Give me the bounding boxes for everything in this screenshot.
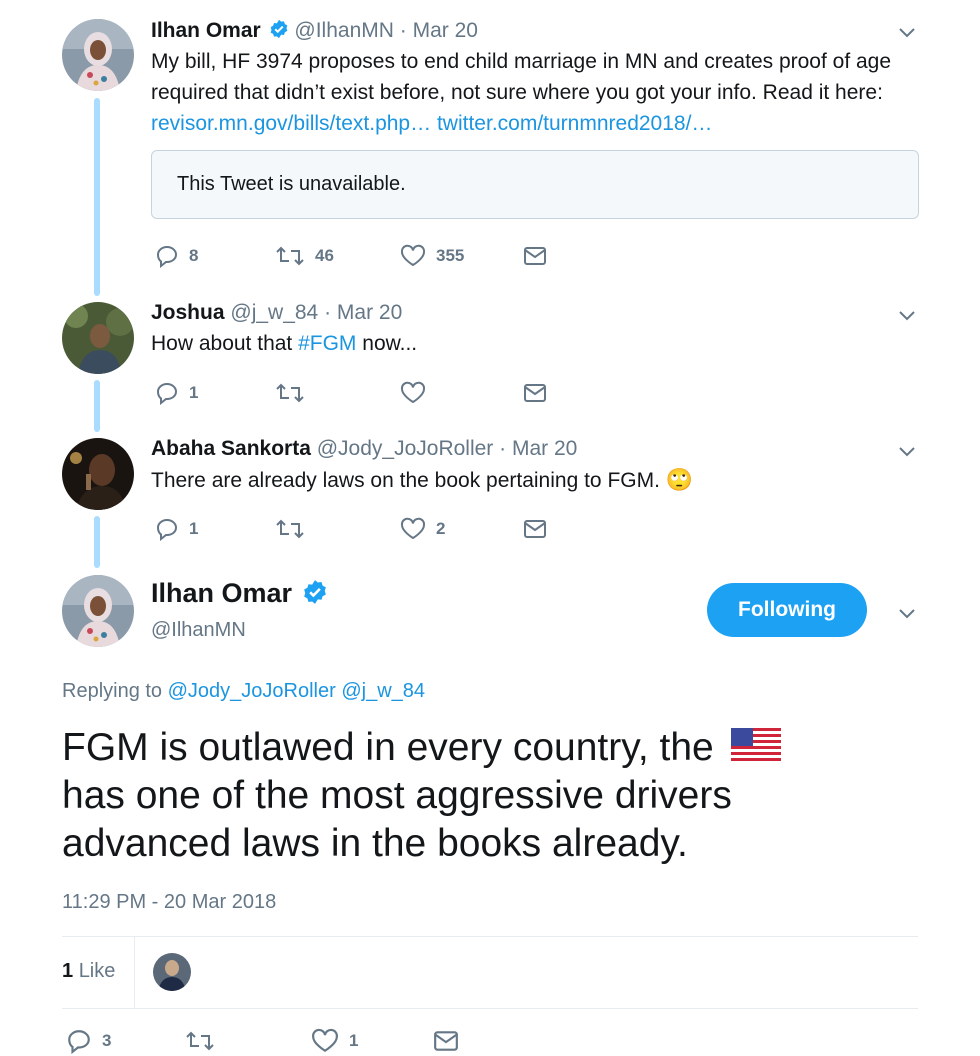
mention-jody[interactable]: @Jody_JoJoRoller bbox=[168, 680, 336, 702]
reply-count: 1 bbox=[189, 383, 199, 402]
tweet-date[interactable]: · Mar 20 bbox=[499, 437, 577, 460]
retweet-button[interactable]: 46 bbox=[275, 241, 334, 271]
tweet-text: FGM is outlawed in every country, the bbox=[62, 726, 714, 769]
retweet-button[interactable] bbox=[185, 1026, 215, 1056]
verified-badge-icon bbox=[270, 20, 287, 39]
tweet-text: There are already laws on the book perta… bbox=[151, 469, 660, 492]
like-button[interactable]: 2 bbox=[400, 514, 445, 544]
tweet-text-line: required that didn’t exist before, not s… bbox=[151, 81, 883, 104]
author-handle[interactable]: @j_w_84 bbox=[230, 301, 318, 324]
author-handle[interactable]: @Jody_JoJoRoller bbox=[317, 437, 494, 460]
tweet-text: How about that bbox=[151, 332, 299, 355]
reply-icon bbox=[68, 1030, 90, 1054]
like-icon bbox=[312, 1028, 338, 1052]
like-count: 355 bbox=[436, 246, 465, 265]
vertical-divider bbox=[134, 937, 135, 1009]
like-button[interactable] bbox=[400, 378, 426, 408]
tweet-timestamp[interactable]: 11:29 PM - 20 Mar 2018 bbox=[62, 888, 276, 916]
reply-count: 3 bbox=[102, 1031, 112, 1050]
message-icon bbox=[524, 520, 546, 538]
quoted-tweet-unavailable: This Tweet is unavailable. bbox=[151, 150, 919, 219]
tweet-date[interactable]: · Mar 20 bbox=[324, 301, 402, 324]
reply-icon bbox=[156, 518, 178, 541]
message-icon bbox=[434, 1031, 458, 1051]
author-name[interactable]: Ilhan Omar bbox=[151, 19, 261, 42]
retweet-button[interactable] bbox=[275, 378, 305, 408]
main-tweet-text-line1: FGM is outlawed in every country, the bbox=[62, 724, 781, 772]
reply-count: 8 bbox=[189, 246, 199, 265]
thread-connector bbox=[94, 380, 100, 432]
direct-message-button[interactable] bbox=[433, 1026, 459, 1056]
link-revisor[interactable]: revisor.mn.gov/bills/text.php… bbox=[151, 112, 431, 135]
retweet-icon bbox=[276, 246, 304, 266]
likes-summary[interactable]: 1 Like bbox=[62, 957, 115, 985]
avatar[interactable] bbox=[62, 302, 134, 374]
hashtag-fgm[interactable]: #FGM bbox=[298, 332, 356, 355]
divider bbox=[62, 1008, 918, 1009]
message-icon bbox=[524, 247, 546, 265]
like-count: 2 bbox=[436, 519, 446, 538]
mention-jw84[interactable]: @j_w_84 bbox=[341, 680, 425, 702]
direct-message-button[interactable] bbox=[523, 378, 547, 408]
liker-avatar[interactable] bbox=[153, 953, 191, 991]
reply-icon bbox=[156, 382, 178, 405]
message-icon bbox=[524, 384, 546, 402]
chevron-down-icon[interactable] bbox=[895, 303, 919, 327]
divider bbox=[62, 936, 918, 937]
direct-message-button[interactable] bbox=[523, 514, 547, 544]
retweet-icon bbox=[276, 519, 304, 539]
like-button[interactable]: 1 bbox=[311, 1026, 358, 1056]
following-button[interactable]: Following bbox=[707, 583, 867, 637]
tweet-text-line: My bill, HF 3974 proposes to end child m… bbox=[151, 50, 892, 73]
us-flag-icon bbox=[730, 728, 781, 764]
like-count: 1 bbox=[349, 1031, 359, 1050]
author-name[interactable]: Joshua bbox=[151, 301, 225, 324]
like-icon bbox=[400, 381, 426, 404]
like-button[interactable]: 355 bbox=[400, 241, 464, 271]
thread-connector bbox=[94, 98, 100, 296]
reply-count: 1 bbox=[189, 519, 199, 538]
retweet-button[interactable] bbox=[275, 514, 305, 544]
retweet-icon bbox=[186, 1031, 214, 1051]
link-twitter[interactable]: twitter.com/turnmnred2018/… bbox=[437, 112, 712, 135]
author-name[interactable]: Abaha Sankorta bbox=[151, 437, 311, 460]
replying-to-label: Replying to bbox=[62, 680, 163, 702]
reply-button[interactable]: 8 bbox=[155, 241, 198, 271]
reply-button[interactable]: 1 bbox=[155, 514, 198, 544]
eye-roll-emoji-icon: 🙄 bbox=[665, 467, 694, 492]
thread-connector bbox=[94, 516, 100, 568]
tweet-date[interactable]: · Mar 20 bbox=[400, 19, 478, 42]
tweet-text: now... bbox=[356, 332, 418, 355]
retweet-icon bbox=[276, 383, 304, 403]
author-handle[interactable]: @IlhanMN bbox=[151, 616, 246, 644]
unavailable-text: This Tweet is unavailable. bbox=[177, 173, 406, 195]
tweet-text: has one of the most aggressive drivers bbox=[62, 774, 732, 817]
like-icon bbox=[400, 517, 426, 540]
chevron-down-icon[interactable] bbox=[895, 601, 919, 625]
verified-badge-icon bbox=[303, 579, 326, 604]
likes-label: Like bbox=[78, 960, 116, 982]
avatar[interactable] bbox=[62, 438, 134, 510]
author-name[interactable]: Ilhan Omar bbox=[151, 578, 292, 608]
like-icon bbox=[400, 244, 426, 267]
retweet-count: 46 bbox=[315, 246, 334, 265]
reply-button[interactable]: 1 bbox=[155, 378, 198, 408]
avatar[interactable] bbox=[62, 575, 134, 647]
chevron-down-icon[interactable] bbox=[895, 20, 919, 44]
direct-message-button[interactable] bbox=[523, 241, 547, 271]
chevron-down-icon[interactable] bbox=[895, 439, 919, 463]
author-handle[interactable]: @IlhanMN bbox=[294, 19, 394, 42]
likes-count: 1 bbox=[62, 960, 74, 982]
tweet-text: advanced laws in the books already. bbox=[62, 822, 688, 865]
reply-button[interactable]: 3 bbox=[66, 1026, 111, 1056]
avatar[interactable] bbox=[62, 19, 134, 91]
reply-icon bbox=[156, 245, 178, 268]
